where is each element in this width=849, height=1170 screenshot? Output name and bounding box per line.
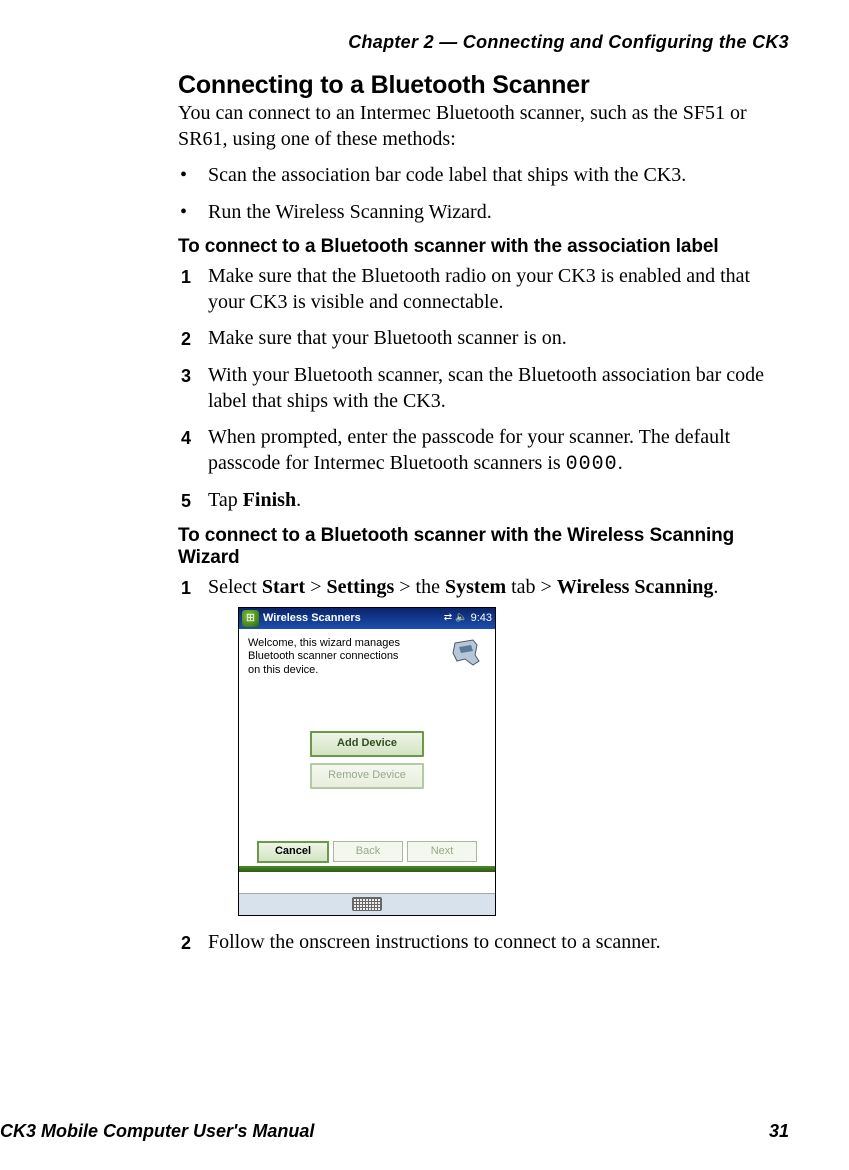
divider-stripe [239, 866, 495, 872]
system-tray: ⇄ 🔈 9:43 [444, 611, 492, 625]
chapter-header: Chapter 2 — Connecting and Configuring t… [0, 32, 789, 53]
footer-title: CK3 Mobile Computer User's Manual [0, 1121, 314, 1142]
ui-label: Wireless Scanning [557, 576, 714, 598]
start-icon[interactable] [242, 610, 259, 627]
page-number: 31 [769, 1121, 789, 1142]
ui-label: Settings [326, 576, 394, 598]
passcode: 0000 [566, 453, 618, 476]
ui-label: Finish [243, 489, 296, 511]
remove-device-button: Remove Device [310, 763, 424, 789]
steps-association: 1Make sure that the Bluetooth radio on y… [178, 264, 784, 514]
ui-label: System [445, 576, 506, 598]
subsection-title: To connect to a Bluetooth scanner with t… [178, 525, 784, 569]
add-device-button[interactable]: Add Device [310, 731, 424, 757]
welcome-text: Welcome, this wizard manages Bluetooth s… [248, 637, 403, 678]
step-text: > the [394, 576, 445, 598]
sip-bar [239, 893, 495, 915]
step-text: tab > [506, 576, 557, 598]
device-screenshot: Wireless Scanners ⇄ 🔈 9:43 Welcome, this… [238, 607, 496, 916]
step-item: 5 Tap Finish. [178, 488, 784, 514]
step-item: 4 When prompted, enter the passcode for … [178, 425, 784, 477]
step-item: 2Make sure that your Bluetooth scanner i… [178, 326, 784, 352]
connectivity-icon[interactable]: ⇄ [444, 612, 452, 625]
next-button: Next [407, 841, 477, 862]
cancel-button[interactable]: Cancel [257, 841, 329, 863]
step-text: Make sure that your Bluetooth scanner is… [208, 327, 567, 349]
steps-wizard: 1 Select Start > Settings > the System t… [178, 575, 784, 955]
step-text: . [713, 576, 718, 598]
step-text: When prompted, enter the passcode for yo… [208, 426, 730, 474]
step-item: 1 Select Start > Settings > the System t… [178, 575, 784, 916]
step-item: 3With your Bluetooth scanner, scan the B… [178, 363, 784, 414]
clock[interactable]: 9:43 [471, 611, 492, 625]
step-item: 2Follow the onscreen instructions to con… [178, 930, 784, 956]
bullet-item: Run the Wireless Scanning Wizard. [178, 199, 784, 225]
method-bullets: Scan the association bar code label that… [178, 162, 784, 225]
wizard-body: Welcome, this wizard manages Bluetooth s… [239, 629, 495, 893]
keyboard-icon[interactable] [352, 897, 382, 911]
window-title: Wireless Scanners [263, 611, 444, 625]
step-text: Make sure that the Bluetooth radio on yo… [208, 265, 750, 313]
step-text: Tap [208, 489, 243, 511]
window-titlebar: Wireless Scanners ⇄ 🔈 9:43 [239, 608, 495, 629]
step-text: . [618, 452, 623, 474]
bullet-item: Scan the association bar code label that… [178, 162, 784, 188]
step-text: Select [208, 576, 262, 598]
intro-paragraph: You can connect to an Intermec Bluetooth… [178, 101, 784, 152]
step-text: > [305, 576, 326, 598]
step-text: . [296, 489, 301, 511]
ui-label: Start [262, 576, 305, 598]
section-title: Connecting to a Bluetooth Scanner [178, 71, 784, 100]
step-item: 1Make sure that the Bluetooth radio on y… [178, 264, 784, 315]
step-text: With your Bluetooth scanner, scan the Bl… [208, 364, 764, 412]
volume-icon[interactable]: 🔈 [455, 612, 467, 625]
step-text: Follow the onscreen instructions to conn… [208, 931, 661, 953]
subsection-title: To connect to a Bluetooth scanner with t… [178, 236, 784, 258]
back-button: Back [333, 841, 403, 862]
scanner-icon [451, 637, 485, 671]
